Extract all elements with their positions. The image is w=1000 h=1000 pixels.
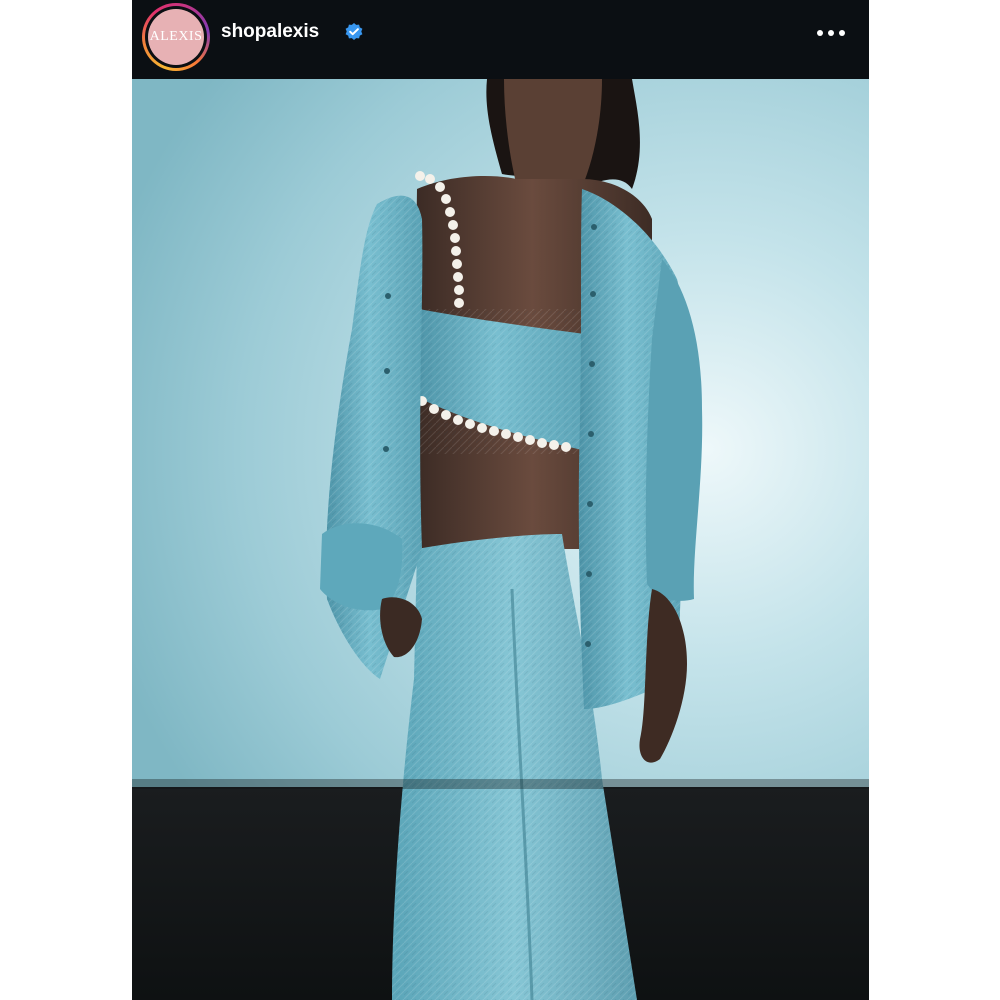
avatar: ALEXIS xyxy=(148,9,204,65)
username-link[interactable]: shopalexis xyxy=(221,20,319,44)
post-photo[interactable] xyxy=(132,79,869,1000)
more-horizontal-icon xyxy=(817,30,845,36)
avatar-story-ring[interactable]: ALEXIS xyxy=(142,3,210,71)
verified-badge-icon xyxy=(344,22,364,42)
instagram-post: ALEXIS shopalexis xyxy=(132,0,869,1000)
post-header: ALEXIS shopalexis xyxy=(132,0,869,79)
avatar-logo-text: ALEXIS xyxy=(149,29,203,44)
more-options-button[interactable] xyxy=(813,20,849,46)
